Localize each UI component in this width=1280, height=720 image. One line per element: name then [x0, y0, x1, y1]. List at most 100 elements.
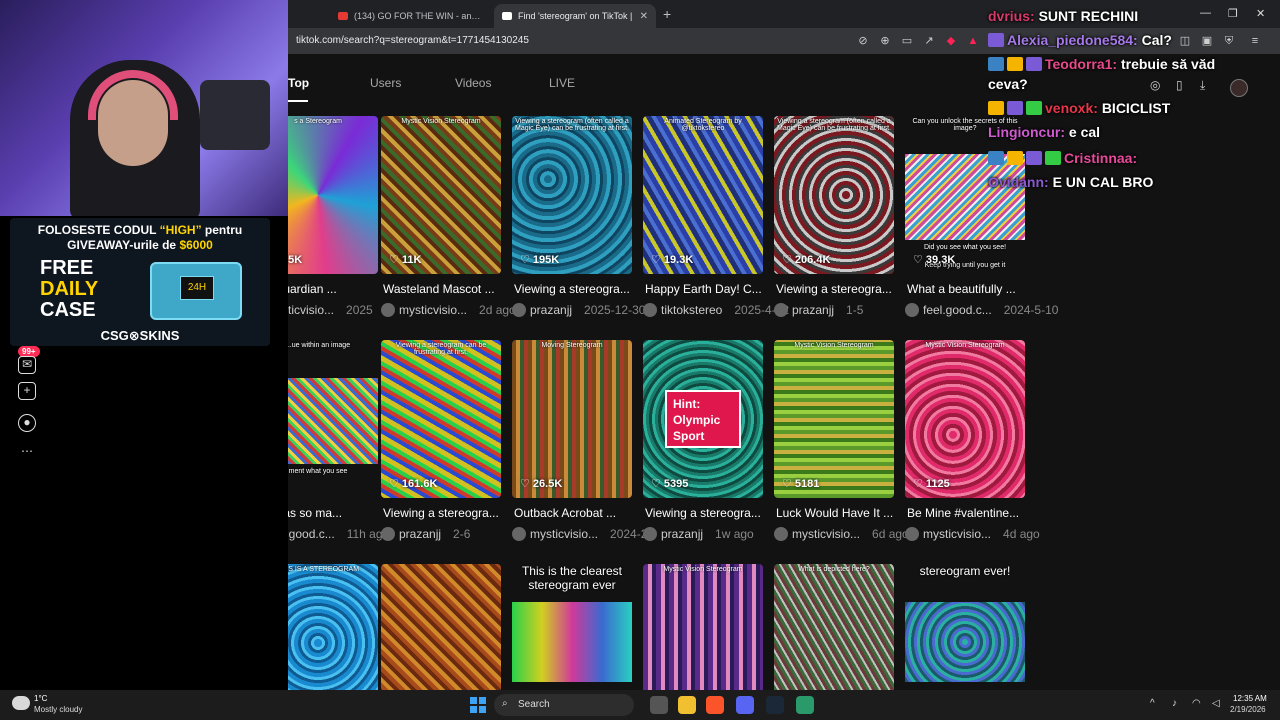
- app-icon[interactable]: [796, 696, 814, 714]
- author-name[interactable]: prazanjj: [399, 527, 441, 541]
- wallet-icon[interactable]: ▣: [1200, 34, 1214, 48]
- chat-username[interactable]: Cristinnaa:: [1064, 150, 1137, 166]
- video-author-row[interactable]: prazanjj 1-5: [774, 303, 904, 317]
- menu-icon[interactable]: ≡: [1248, 34, 1262, 48]
- video-thumbnail[interactable]: Mystic Vision Stereogram: [643, 564, 763, 690]
- video-author-row[interactable]: prazanjj 2025-12-30: [512, 303, 645, 317]
- steam-icon[interactable]: [766, 696, 784, 714]
- author-name[interactable]: el.good.c...: [288, 527, 335, 541]
- brave-icon[interactable]: [706, 696, 724, 714]
- file-explorer-icon[interactable]: [678, 696, 696, 714]
- share-icon[interactable]: ↗: [922, 34, 936, 48]
- author-name[interactable]: ysticvisio...: [288, 303, 334, 317]
- video-author-row[interactable]: prazanjj 1w ago: [643, 527, 773, 541]
- author-name[interactable]: feel.good.c...: [923, 303, 992, 317]
- url-text[interactable]: tiktok.com/search?q=stereogram&t=1771454…: [296, 35, 529, 46]
- video-thumbnail[interactable]: [381, 564, 501, 690]
- video-thumbnail[interactable]: Mystic Vision Stereogram: [381, 116, 501, 274]
- chat-username[interactable]: dvrius:: [988, 8, 1035, 24]
- close-tab-icon[interactable]: ✕: [640, 11, 648, 22]
- author-avatar[interactable]: [643, 303, 657, 317]
- author-avatar[interactable]: [381, 303, 395, 317]
- video-thumbnail[interactable]: This is the clearest stereogram ever: [512, 564, 632, 690]
- author-name[interactable]: mysticvisio...: [923, 527, 991, 541]
- chat-username[interactable]: Ovidann:: [988, 174, 1049, 190]
- volume-icon[interactable]: ◁: [1212, 698, 1220, 709]
- clock-date[interactable]: 2/19/2026: [1230, 705, 1266, 714]
- brave-shield-icon[interactable]: ◆: [944, 34, 958, 48]
- author-name[interactable]: mysticvisio...: [399, 303, 467, 317]
- subtab-live[interactable]: LIVE: [549, 76, 575, 90]
- subtab-users[interactable]: Users: [370, 76, 401, 90]
- author-name[interactable]: prazanjj: [792, 303, 834, 317]
- tray-chevron-icon[interactable]: ^: [1150, 698, 1155, 709]
- video-author-row[interactable]: prazanjj 2-6: [381, 527, 511, 541]
- video-author-row[interactable]: mysticvisio... 2d ago: [381, 303, 516, 317]
- windows-start-icon[interactable]: [470, 697, 486, 713]
- video-title[interactable]: Be Mine #valentine...: [907, 506, 1035, 520]
- author-avatar[interactable]: [774, 527, 788, 541]
- video-author-row[interactable]: el.good.c...11h ago: [288, 527, 389, 541]
- author-name[interactable]: mysticvisio...: [792, 527, 860, 541]
- profile-avatar[interactable]: [1230, 79, 1248, 97]
- video-thumbnail[interactable]: stereogram ever!: [905, 564, 1025, 690]
- author-avatar[interactable]: [905, 303, 919, 317]
- author-name[interactable]: prazanjj: [661, 527, 703, 541]
- video-thumbnail[interactable]: Viewing a stereogram (often called a Mag…: [774, 116, 894, 274]
- author-avatar[interactable]: [381, 527, 395, 541]
- video-author-row[interactable]: mysticvisio... 4d ago: [905, 527, 1040, 541]
- translate-icon[interactable]: ⊘: [856, 34, 870, 48]
- chat-username[interactable]: Teodorra1:: [1045, 56, 1117, 72]
- video-thumbnail[interactable]: Mystic Vision Stereogram: [905, 340, 1025, 498]
- video-title[interactable]: Happy Earth Day! C...: [645, 282, 773, 296]
- sidebar-icon[interactable]: ◫: [1178, 34, 1192, 48]
- video-title[interactable]: he has so ma...: [288, 506, 388, 520]
- video-author-row[interactable]: mysticvisio... 6d ago: [774, 527, 909, 541]
- video-title[interactable]: er Guardian ...: [288, 282, 388, 296]
- cloud-icon[interactable]: [12, 696, 30, 710]
- minimize-icon[interactable]: —: [1200, 7, 1211, 19]
- network-icon[interactable]: ◠: [1192, 698, 1201, 709]
- taskview-icon[interactable]: [650, 696, 668, 714]
- rewards-icon[interactable]: ▲: [966, 34, 980, 48]
- video-title[interactable]: Wasteland Mascot ...: [383, 282, 511, 296]
- more-icon[interactable]: ⋯: [18, 444, 36, 462]
- author-name[interactable]: prazanjj: [530, 303, 572, 317]
- video-title[interactable]: Outback Acrobat ...: [514, 506, 642, 520]
- chat-username[interactable]: Alexia_piedone584:: [1007, 32, 1138, 48]
- author-name[interactable]: mysticvisio...: [530, 527, 598, 541]
- video-thumbnail[interactable]: Animated Stereogram by @tiktokstereo: [643, 116, 763, 274]
- video-author-row[interactable]: feel.good.c... 2024-5-10: [905, 303, 1058, 317]
- author-name[interactable]: tiktokstereo: [661, 303, 722, 317]
- zoom-icon[interactable]: ⊕: [878, 34, 892, 48]
- inbox-icon[interactable]: ✉: [18, 356, 36, 374]
- video-thumbnail[interactable]: Moving Stereogram: [512, 340, 632, 498]
- video-thumbnail[interactable]: What is depicted here?: [774, 564, 894, 690]
- author-avatar[interactable]: [512, 303, 526, 317]
- mic-icon[interactable]: ♪: [1172, 698, 1177, 709]
- video-thumbnail[interactable]: ...ue within an image ment what you see: [288, 340, 378, 498]
- close-window-icon[interactable]: ✕: [1256, 7, 1265, 20]
- maximize-icon[interactable]: ❐: [1228, 7, 1238, 20]
- video-title[interactable]: Viewing a stereogra...: [776, 282, 904, 296]
- discord-icon[interactable]: [736, 696, 754, 714]
- video-author-row[interactable]: tiktokstereo 2025-4-22: [643, 303, 789, 317]
- author-avatar[interactable]: [643, 527, 657, 541]
- video-title[interactable]: Viewing a stereogra...: [383, 506, 511, 520]
- chat-username[interactable]: venoxk:: [1045, 100, 1098, 116]
- video-author-row[interactable]: mysticvisio... 2024-2: [512, 527, 647, 541]
- author-avatar[interactable]: [774, 303, 788, 317]
- video-title[interactable]: Luck Would Have It ...: [776, 506, 904, 520]
- author-avatar[interactable]: [905, 527, 919, 541]
- video-thumbnail[interactable]: Viewing a stereogram can be frustrating …: [381, 340, 501, 498]
- chat-username[interactable]: Lingioncur:: [988, 124, 1065, 140]
- video-author-row[interactable]: ysticvisio... 2025: [288, 303, 388, 317]
- video-thumbnail[interactable]: THIS IS A STEREOGRAM: [288, 564, 378, 690]
- clock-time[interactable]: 12:35 AM: [1233, 694, 1267, 703]
- tab-youtube[interactable]: (134) GO FOR THE WIN - animated 3: [330, 4, 490, 28]
- vpn-icon[interactable]: ⛨: [1222, 34, 1236, 48]
- video-thumbnail[interactable]: Hint: Olympic Sport: [643, 340, 763, 498]
- video-thumbnail[interactable]: Mystic Vision Stereogram: [774, 340, 894, 498]
- upload-icon[interactable]: +: [18, 382, 36, 400]
- subtab-videos[interactable]: Videos: [455, 76, 491, 90]
